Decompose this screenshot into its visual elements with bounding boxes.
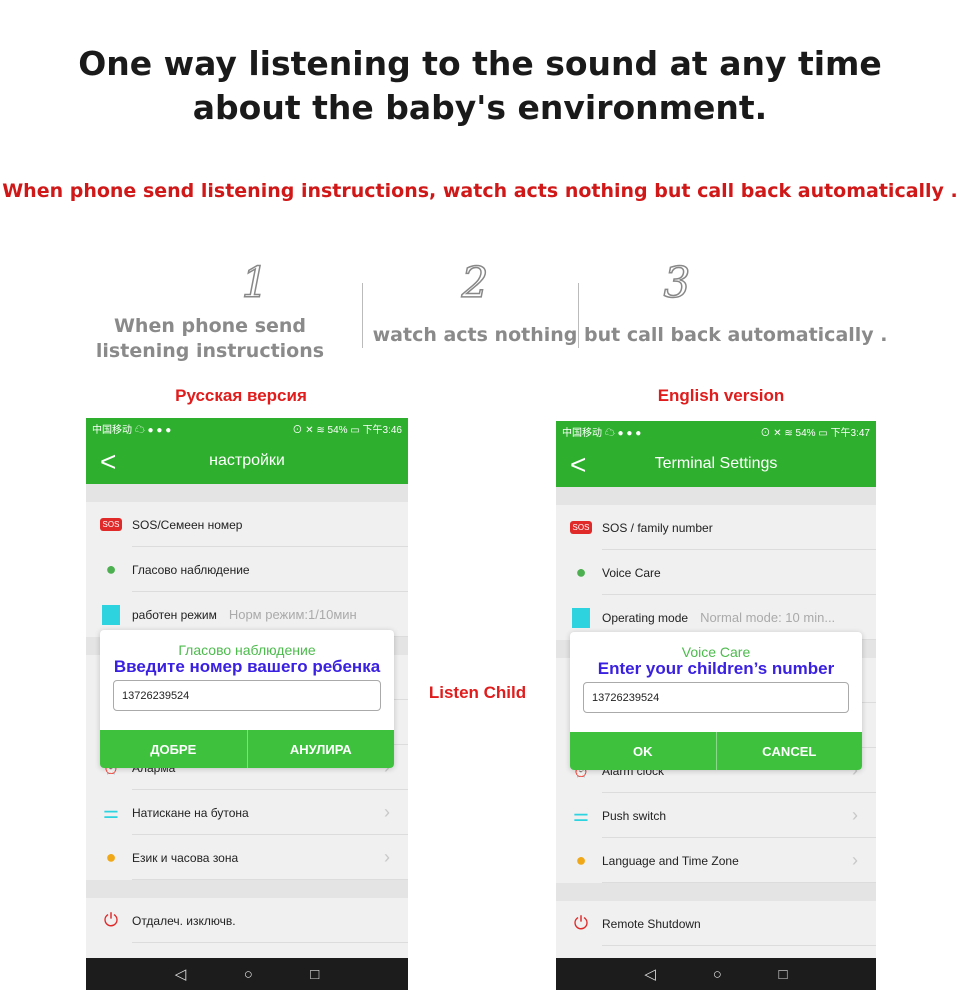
sos-icon: SOS xyxy=(99,514,123,536)
toggle-icon: ⚌ xyxy=(572,805,590,825)
dialog-title: Гласово наблюдение xyxy=(178,642,316,658)
dialog-prompt: Введите номер вашего ребенка xyxy=(113,657,381,676)
ok-button[interactable]: ДОБРЕ xyxy=(100,730,247,768)
header: < Terminal Settings xyxy=(556,441,876,487)
chevron-right-icon: › xyxy=(852,850,858,870)
phone-number-input[interactable]: 13726239524 xyxy=(113,680,381,711)
carrier: 中国移动 ☁ ● ● ● xyxy=(562,427,642,439)
row-shutdown[interactable]: ⏻ Отдалеч. изключв. xyxy=(86,898,408,943)
person-speech-icon: ● xyxy=(105,559,117,579)
power-icon: ⏻ xyxy=(573,913,589,933)
voice-dialog: Voice Care Enter your children’s number … xyxy=(570,632,862,770)
row-push[interactable]: ⚌ Push switch › xyxy=(556,793,876,838)
globe-icon: ● xyxy=(105,847,117,867)
page-title: настройки xyxy=(209,452,285,469)
status-icons: ⊙ ✕ ≋ 54% ▭ 下午3:47 xyxy=(760,427,870,439)
page-title: Terminal Settings xyxy=(654,455,778,472)
header: < настройки xyxy=(86,438,408,484)
home-icon[interactable]: ○ xyxy=(244,966,253,983)
step-3-number: 3 xyxy=(663,257,691,308)
step-1-number: 1 xyxy=(241,257,269,308)
status-bar: 中国移动 ☁ ● ● ● ⊙ ✕ ≋ 54% ▭ 下午3:46 xyxy=(86,418,408,438)
dialog-title: Voice Care xyxy=(681,644,751,660)
carrier: 中国移动 ☁ ● ● ● xyxy=(92,424,172,436)
phone-number-input[interactable]: 13726239524 xyxy=(583,682,849,713)
row-voice[interactable]: ● Гласово наблюдение xyxy=(86,547,408,592)
mode-icon xyxy=(100,604,122,626)
english-version-label: English version xyxy=(657,386,785,405)
mode-icon xyxy=(570,607,592,629)
step-2-number: 2 xyxy=(461,257,489,308)
row-sos[interactable]: SOS SOS / family number xyxy=(556,505,876,550)
divider xyxy=(362,283,363,348)
status-icons: ⊙ ✕ ≋ 54% ▭ 下午3:46 xyxy=(292,424,402,436)
recents-icon[interactable]: □ xyxy=(310,966,319,983)
mode-value: Normal mode: 10 min... xyxy=(700,610,836,625)
nav-bar: ◁ ○ □ xyxy=(556,958,876,990)
recents-icon[interactable]: □ xyxy=(779,966,788,983)
cancel-button[interactable]: CANCEL xyxy=(715,732,863,770)
chevron-right-icon: › xyxy=(384,847,390,867)
back-nav-icon[interactable]: ◁ xyxy=(644,965,656,983)
globe-icon: ● xyxy=(575,850,587,870)
back-icon[interactable]: < xyxy=(100,446,116,478)
russian-version-label: Русская версия xyxy=(175,386,307,405)
dialog-prompt: Enter your children’s number xyxy=(597,659,835,678)
toggle-icon: ⚌ xyxy=(102,802,120,822)
cancel-button[interactable]: АНУЛИРА xyxy=(246,730,395,768)
power-icon: ⏻ xyxy=(103,910,119,930)
voice-dialog: Гласово наблюдение Введите номер вашего … xyxy=(100,630,394,768)
step-3-text: but call back automatically . xyxy=(584,324,888,346)
headline-line-1: One way listening to the sound at any ti… xyxy=(78,44,882,83)
listen-child-label: Listen Child xyxy=(428,683,527,702)
home-icon[interactable]: ○ xyxy=(713,966,722,983)
phone-russian: 中国移动 ☁ ● ● ● ⊙ ✕ ≋ 54% ▭ 下午3:46 < настройк… xyxy=(86,418,408,990)
phone-english: 中国移动 ☁ ● ● ● ⊙ ✕ ≋ 54% ▭ 下午3:47 < Terminal… xyxy=(556,421,876,990)
step-2-text: watch acts nothing xyxy=(372,324,578,346)
back-nav-icon[interactable]: ◁ xyxy=(175,965,187,983)
row-language[interactable]: ● Език и часова зона › xyxy=(86,835,408,880)
sos-icon: SOS xyxy=(569,517,593,539)
row-push[interactable]: ⚌ Натискане на бутона › xyxy=(86,790,408,835)
step-1-text: When phone send listening instructions xyxy=(95,315,325,362)
chevron-right-icon: › xyxy=(384,802,390,822)
headline-line-2: about the baby's environment. xyxy=(192,88,768,127)
back-icon[interactable]: < xyxy=(570,449,586,481)
row-language[interactable]: ● Language and Time Zone › xyxy=(556,838,876,883)
row-sos[interactable]: SOS SOS/Семеен номер xyxy=(86,502,408,547)
subheadline: When phone send listening instructions, … xyxy=(2,180,958,202)
nav-bar: ◁ ○ □ xyxy=(86,958,408,990)
divider xyxy=(578,283,579,348)
status-bar: 中国移动 ☁ ● ● ● ⊙ ✕ ≋ 54% ▭ 下午3:47 xyxy=(556,421,876,441)
chevron-right-icon: › xyxy=(852,805,858,825)
row-shutdown[interactable]: ⏻ Remote Shutdown xyxy=(556,901,876,946)
row-voice[interactable]: ● Voice Care xyxy=(556,550,876,595)
person-speech-icon: ● xyxy=(575,562,587,582)
ok-button[interactable]: OK xyxy=(570,732,716,770)
mode-value: Норм режим:1/10мин xyxy=(228,607,357,622)
